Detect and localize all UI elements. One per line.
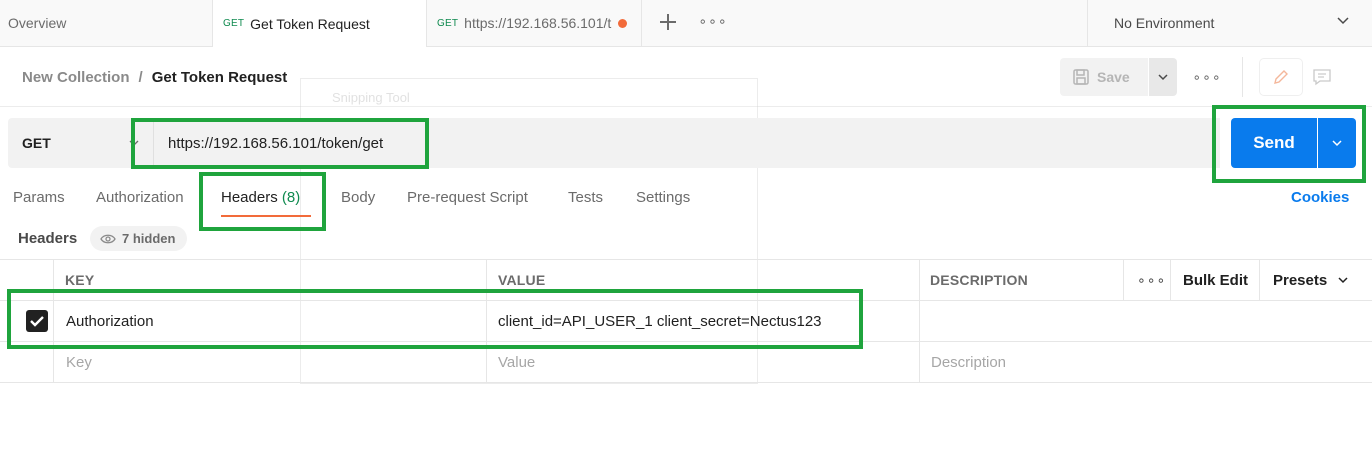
- tab-body[interactable]: Body: [341, 189, 375, 206]
- url-input[interactable]: https://192.168.56.101/token/get: [153, 118, 1220, 168]
- tab-headers-count: (8): [281, 189, 301, 206]
- table-row: Key Value Description: [0, 342, 1372, 383]
- breadcrumb-separator: /: [138, 69, 143, 86]
- comment-icon: [1313, 69, 1331, 86]
- pencil-icon: [1274, 70, 1288, 84]
- table-row: Authorization client_id=API_USER_1 clien…: [0, 301, 1372, 342]
- tab-bar: Overview GET Get Token Request GET https…: [0, 0, 1372, 47]
- send-button[interactable]: Send: [1231, 118, 1317, 168]
- tab-get-token-request[interactable]: GET Get Token Request: [213, 0, 427, 47]
- cookies-link[interactable]: Cookies: [1291, 189, 1349, 206]
- tab-url-label: https://192.168.56.101/t: [464, 15, 612, 31]
- tab-method-badge: GET: [223, 18, 245, 29]
- column-header-key: KEY: [65, 272, 95, 288]
- method-value: GET: [22, 135, 51, 151]
- bulk-edit-button[interactable]: Bulk Edit: [1183, 260, 1248, 300]
- header-key-cell[interactable]: Authorization: [66, 301, 154, 341]
- edit-button[interactable]: [1260, 59, 1302, 95]
- hidden-headers-toggle[interactable]: 7 hidden: [90, 226, 188, 251]
- breadcrumb-request[interactable]: Get Token Request: [152, 69, 288, 86]
- active-tab-underline: [221, 215, 311, 217]
- divider: [1242, 57, 1243, 97]
- column-header-value: VALUE: [498, 272, 546, 288]
- new-value-input[interactable]: Value: [498, 342, 535, 382]
- tabs-more-icon[interactable]: ∘∘∘: [698, 10, 726, 32]
- tab-authorization[interactable]: Authorization: [96, 189, 184, 206]
- comments-button[interactable]: [1304, 59, 1340, 95]
- url-value: https://192.168.56.101/token/get: [168, 134, 384, 152]
- tab-tests[interactable]: Tests: [568, 189, 603, 206]
- tab-headers[interactable]: Headers (8): [221, 189, 300, 206]
- table-header-row: KEY VALUE DESCRIPTION ∘∘∘ Bulk Edit Pres…: [0, 259, 1372, 301]
- chevron-down-icon: [1338, 277, 1348, 284]
- header-value-cell[interactable]: client_id=API_USER_1 client_secret=Nectu…: [498, 301, 822, 341]
- save-button[interactable]: Save: [1060, 58, 1148, 96]
- send-dropdown-button[interactable]: [1318, 118, 1356, 168]
- column-header-description: DESCRIPTION: [930, 272, 1028, 288]
- new-description-input[interactable]: Description: [931, 342, 1006, 382]
- environment-label: No Environment: [1114, 15, 1215, 31]
- tab-pre-request-script[interactable]: Pre-request Script: [407, 189, 528, 206]
- tab-headers-label: Headers: [221, 189, 278, 206]
- header-enabled-checkbox[interactable]: [26, 310, 48, 332]
- save-label: Save: [1097, 69, 1130, 85]
- new-key-input[interactable]: Key: [66, 342, 92, 382]
- headers-section-title: Headers: [18, 230, 78, 247]
- snipping-overlay-label: Snipping Tool: [332, 90, 410, 105]
- chevron-down-icon: [1332, 140, 1342, 147]
- breadcrumb: New Collection / Get Token Request: [22, 69, 287, 86]
- new-tab-plus-icon[interactable]: [656, 10, 680, 34]
- unsaved-indicator: [618, 18, 628, 28]
- chevron-down-icon: [129, 140, 139, 146]
- environment-selector[interactable]: No Environment: [1087, 0, 1372, 46]
- chevron-down-icon: [1158, 74, 1168, 81]
- presets-label: Presets: [1273, 271, 1328, 289]
- tab-params[interactable]: Params: [13, 189, 65, 206]
- save-icon: [1073, 69, 1089, 85]
- more-actions-icon[interactable]: ∘∘∘: [1192, 65, 1221, 89]
- tab-active-label: Get Token Request: [250, 15, 370, 32]
- tab-url-method-badge: GET: [437, 17, 459, 29]
- presets-dropdown[interactable]: Presets: [1273, 260, 1349, 300]
- tab-overview-label: Overview: [8, 15, 67, 31]
- tab-overview[interactable]: Overview: [0, 0, 213, 46]
- table-options-icon[interactable]: ∘∘∘: [1137, 260, 1166, 300]
- tab-url-request[interactable]: GET https://192.168.56.101/t: [427, 0, 642, 46]
- breadcrumb-collection[interactable]: New Collection: [22, 69, 130, 86]
- hidden-headers-label: 7 hidden: [122, 231, 176, 246]
- checkmark-icon: [30, 316, 44, 327]
- eye-icon: [100, 234, 116, 243]
- save-dropdown-button[interactable]: [1149, 58, 1177, 96]
- chevron-down-icon: [1337, 17, 1349, 25]
- send-label: Send: [1253, 133, 1295, 152]
- tab-settings[interactable]: Settings: [636, 189, 690, 206]
